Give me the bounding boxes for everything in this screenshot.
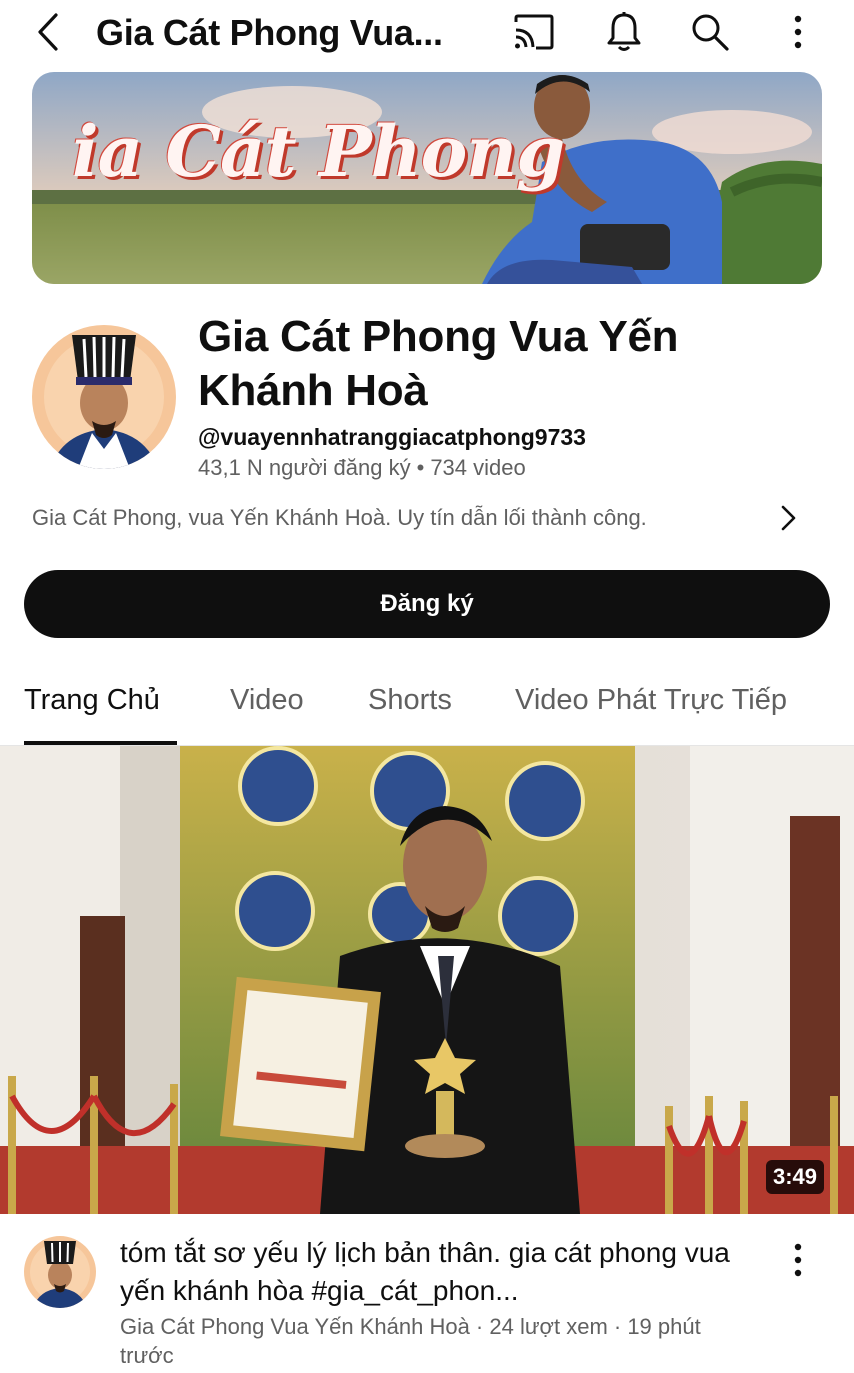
tab-videos[interactable]: Video [230, 680, 304, 720]
channel-description-row[interactable]: Gia Cát Phong, vua Yến Khánh Hoà. Uy tín… [32, 500, 822, 536]
video-metadata: Gia Cát Phong Vua Yến Khánh Hoà · 24 lượ… [120, 1314, 701, 1368]
video-more-options-button[interactable] [778, 1238, 818, 1282]
page-title: Gia Cát Phong Vua... [96, 12, 443, 53]
tab-shorts[interactable]: Shorts [368, 680, 452, 720]
active-tab-indicator [24, 741, 177, 745]
channel-avatar[interactable] [32, 325, 176, 469]
tab-home[interactable]: Trang Chủ [24, 680, 160, 720]
chevron-right-icon [781, 505, 796, 531]
search-button[interactable] [686, 8, 734, 56]
notifications-button[interactable] [600, 8, 648, 56]
bell-icon [607, 12, 641, 51]
back-arrow-icon [38, 13, 58, 51]
channel-handle: @vuayennhatranggiacatphong9733 [198, 424, 586, 450]
more-vertical-icon [794, 15, 802, 49]
channel-stats: 43,1 N người đăng ký • 734 video [198, 453, 526, 483]
avatar-image [32, 325, 176, 469]
banner-title-text: ia Cát Phong [72, 110, 565, 193]
channel-banner: ia Cát Phong [32, 72, 822, 284]
thumbnail-image [0, 746, 854, 1214]
video-channel-avatar[interactable] [24, 1236, 96, 1308]
more-options-button[interactable] [774, 8, 822, 56]
video-duration-badge: 3:49 [766, 1160, 825, 1194]
channel-description: Gia Cát Phong, vua Yến Khánh Hoà. Uy tín… [32, 505, 647, 530]
avatar-image [24, 1236, 96, 1308]
search-icon [692, 14, 729, 51]
top-app-bar: Gia Cát Phong Vua... [0, 0, 854, 64]
video-count: 734 video [430, 455, 526, 480]
more-vertical-icon [794, 1243, 802, 1277]
subscriber-count: 43,1 N người đăng ký [198, 455, 411, 480]
video-title[interactable]: tóm tắt sơ yếu lý lịch bản thân. gia cát… [120, 1234, 750, 1310]
tab-live[interactable]: Video Phát Trực Tiếp [515, 680, 787, 720]
cast-button[interactable] [510, 8, 558, 56]
cast-icon [514, 14, 554, 50]
back-button[interactable] [26, 8, 70, 56]
channel-name: Gia Cát Phong Vua Yến Khánh Hoà [198, 312, 679, 415]
stats-separator: • [416, 455, 425, 480]
channel-tabs: Trang Chủ Video Shorts Video Phát Trực T… [0, 660, 854, 746]
subscribe-button[interactable]: Đăng ký [24, 570, 830, 638]
video-thumbnail[interactable] [0, 746, 854, 1214]
